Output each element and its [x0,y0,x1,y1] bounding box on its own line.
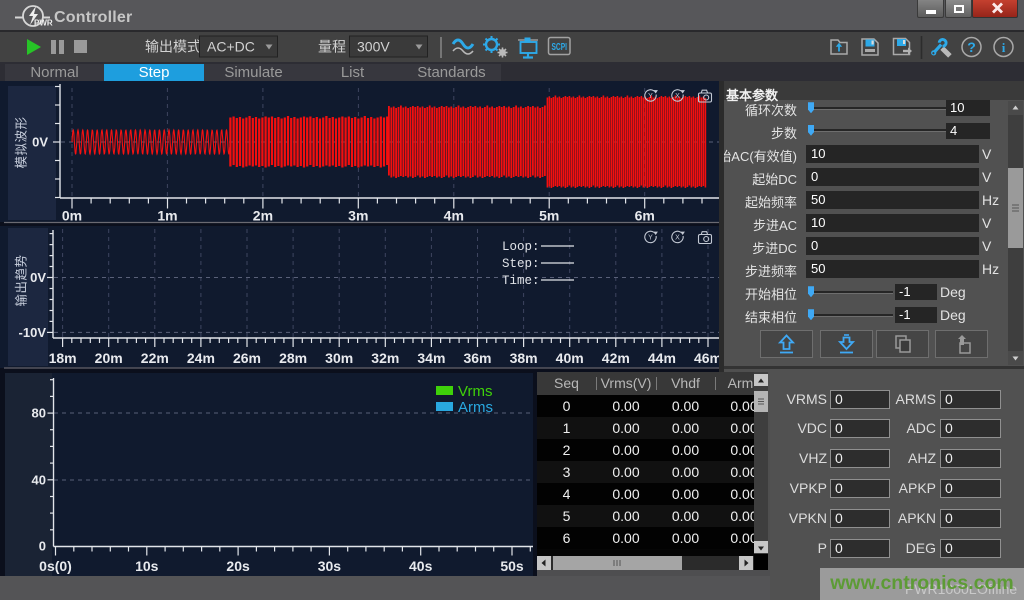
svg-text:Loop:: Loop: [502,240,540,254]
svg-text:46m: 46m [694,350,722,366]
svg-text:20s: 20s [226,558,250,574]
svg-text:0m: 0m [62,208,82,224]
svg-text:2m: 2m [253,208,273,224]
svg-text:?: ? [967,39,976,55]
svg-text:40m: 40m [556,350,584,366]
svg-text:i: i [1002,40,1006,55]
svg-text:5m: 5m [539,208,559,224]
svg-text:32m: 32m [371,350,399,366]
svg-text:10s: 10s [135,558,159,574]
svg-text:0V: 0V [32,135,48,150]
svg-text:20m: 20m [95,350,123,366]
svg-text:SCPI: SCPI [552,41,568,53]
svg-text:0V: 0V [30,270,46,285]
svg-text:Vrms: Vrms [458,383,492,400]
svg-text:AC+DC: AC+DC [207,39,255,55]
svg-text:40s: 40s [409,558,433,574]
svg-text:24m: 24m [187,350,215,366]
svg-text:0s(0): 0s(0) [39,558,72,574]
svg-text:50s: 50s [500,558,524,574]
svg-text:PWR: PWR [34,19,53,28]
svg-text:Controller: Controller [54,9,132,26]
svg-text:X: X [675,93,680,100]
svg-text:-10V: -10V [19,325,47,340]
svg-text:Time:: Time: [502,274,540,288]
svg-text:26m: 26m [233,350,261,366]
svg-text:Y: Y [648,235,653,242]
svg-text:18m: 18m [49,350,77,366]
svg-text:4m: 4m [444,208,464,224]
svg-text:22m: 22m [141,350,169,366]
svg-text:36m: 36m [463,350,491,366]
svg-text:300V: 300V [357,39,390,55]
svg-text:输出模式: 输出模式 [145,39,201,55]
svg-text:38m: 38m [510,350,538,366]
svg-text:X: X [675,235,680,242]
svg-text:Step:: Step: [502,257,540,271]
svg-text:30s: 30s [318,558,342,574]
svg-text:0: 0 [39,539,46,554]
svg-text:Y: Y [648,93,653,100]
svg-text:Arms: Arms [458,399,493,416]
svg-text:量程: 量程 [318,39,346,55]
svg-text:80: 80 [32,406,46,421]
svg-text:3m: 3m [348,208,368,224]
svg-text:6m: 6m [635,208,655,224]
svg-text:40: 40 [32,473,46,488]
svg-text:28m: 28m [279,350,307,366]
svg-text:30m: 30m [325,350,353,366]
svg-text:1m: 1m [157,208,177,224]
svg-text:42m: 42m [602,350,630,366]
svg-text:44m: 44m [648,350,676,366]
svg-text:34m: 34m [417,350,445,366]
